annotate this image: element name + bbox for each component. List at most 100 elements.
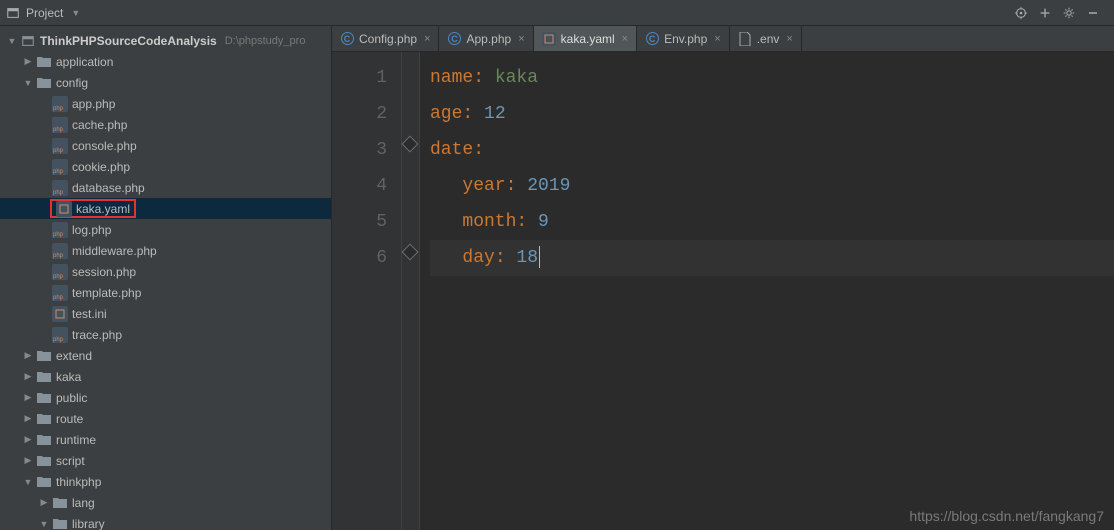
watermark: https://blog.csdn.net/fangkang7	[909, 508, 1104, 524]
folder-icon	[36, 432, 52, 448]
tree-file[interactable]: app.php	[0, 93, 331, 114]
tree-file-kaka-yaml[interactable]: kaka.yaml	[0, 198, 331, 219]
line-number: 5	[332, 204, 387, 240]
tab-kaka-yaml[interactable]: kaka.yaml ×	[534, 26, 637, 51]
php-class-icon: C	[645, 32, 659, 46]
tree-file[interactable]: database.php	[0, 177, 331, 198]
chevron-right-icon[interactable]: ▶	[22, 371, 34, 382]
tree-file[interactable]: template.php	[0, 282, 331, 303]
tree-file[interactable]: trace.php	[0, 324, 331, 345]
text-cursor	[539, 246, 540, 268]
chevron-down-icon[interactable]: ▼	[38, 519, 50, 529]
tab-app[interactable]: C App.php ×	[439, 26, 533, 51]
gear-icon[interactable]	[1062, 6, 1076, 20]
project-toolbar: Project ▼	[0, 0, 1114, 26]
close-icon[interactable]: ×	[622, 33, 628, 45]
code-line-current: day: 18	[430, 240, 1114, 276]
tree-file[interactable]: session.php	[0, 261, 331, 282]
code-line: date:	[430, 132, 1114, 168]
tree-file[interactable]: cookie.php	[0, 156, 331, 177]
project-tree: ▼ ThinkPHPSourceCodeAnalysis D:\phpstudy…	[0, 26, 331, 530]
fold-marker-icon[interactable]	[402, 244, 419, 261]
tree-folder-runtime[interactable]: ▶runtime	[0, 429, 331, 450]
close-icon[interactable]: ×	[714, 33, 720, 45]
php-file-icon	[52, 180, 68, 196]
chevron-right-icon[interactable]: ▶	[22, 434, 34, 445]
tree-folder-lang[interactable]: ▶lang	[0, 492, 331, 513]
tree-root[interactable]: ▼ ThinkPHPSourceCodeAnalysis D:\phpstudy…	[0, 30, 331, 51]
tree-folder-library[interactable]: ▼library	[0, 513, 331, 530]
folder-icon	[36, 369, 52, 385]
project-sidebar[interactable]: ▼ ThinkPHPSourceCodeAnalysis D:\phpstudy…	[0, 26, 332, 530]
tree-file[interactable]: cache.php	[0, 114, 331, 135]
collapse-icon[interactable]	[1038, 6, 1052, 20]
code-editor[interactable]: 1 2 3 4 5 6 name: kaka age: 12 date: yea…	[332, 52, 1114, 530]
tree-folder-kaka[interactable]: ▶kaka	[0, 366, 331, 387]
project-label[interactable]: Project	[26, 6, 63, 20]
highlighted-selection: kaka.yaml	[50, 199, 136, 218]
line-gutter: 1 2 3 4 5 6	[332, 52, 402, 530]
editor-tabs: C Config.php × C App.php × kaka.yaml × C…	[332, 26, 1114, 52]
fold-marker-icon[interactable]	[402, 136, 419, 153]
close-icon[interactable]: ×	[786, 33, 792, 45]
tree-folder-script[interactable]: ▶script	[0, 450, 331, 471]
editor-area: C Config.php × C App.php × kaka.yaml × C…	[332, 26, 1114, 530]
php-file-icon	[52, 243, 68, 259]
php-file-icon	[52, 264, 68, 280]
code-line: age: 12	[430, 96, 1114, 132]
chevron-down-icon[interactable]: ▼	[22, 78, 34, 88]
ini-file-icon	[52, 306, 68, 322]
line-number: 3	[332, 132, 387, 168]
tree-folder-config[interactable]: ▼ config	[0, 72, 331, 93]
hide-icon[interactable]	[1086, 6, 1100, 20]
folder-icon	[36, 348, 52, 364]
close-icon[interactable]: ×	[424, 33, 430, 45]
line-number: 4	[332, 168, 387, 204]
module-icon	[20, 33, 36, 49]
close-icon[interactable]: ×	[518, 33, 524, 45]
tab-env-php[interactable]: C Env.php ×	[637, 26, 730, 51]
tree-folder-application[interactable]: ▶ application	[0, 51, 331, 72]
tab-config[interactable]: C Config.php ×	[332, 26, 439, 51]
tree-file[interactable]: console.php	[0, 135, 331, 156]
yaml-file-icon	[542, 32, 556, 46]
code-line: month: 9	[430, 204, 1114, 240]
folder-icon	[36, 474, 52, 490]
tab-env[interactable]: .env ×	[730, 26, 802, 51]
tree-folder-route[interactable]: ▶route	[0, 408, 331, 429]
tree-file[interactable]: log.php	[0, 219, 331, 240]
chevron-right-icon[interactable]: ▶	[22, 413, 34, 424]
line-number: 1	[332, 60, 387, 96]
code-content[interactable]: name: kaka age: 12 date: year: 2019 mont…	[420, 52, 1114, 530]
folder-icon	[36, 453, 52, 469]
chevron-right-icon[interactable]: ▶	[22, 455, 34, 466]
tree-folder-public[interactable]: ▶public	[0, 387, 331, 408]
folder-icon	[52, 495, 68, 511]
chevron-right-icon[interactable]: ▶	[22, 392, 34, 403]
chevron-right-icon[interactable]: ▶	[38, 497, 50, 508]
folder-icon	[36, 75, 52, 91]
tree-folder-extend[interactable]: ▶extend	[0, 345, 331, 366]
tree-root-path: D:\phpstudy_pro	[225, 35, 306, 47]
text-file-icon	[738, 32, 752, 46]
php-file-icon	[52, 138, 68, 154]
folder-icon	[36, 54, 52, 70]
php-file-icon	[52, 96, 68, 112]
chevron-down-icon[interactable]: ▼	[22, 477, 34, 487]
tree-file[interactable]: middleware.php	[0, 240, 331, 261]
code-line: name: kaka	[430, 60, 1114, 96]
php-file-icon	[52, 327, 68, 343]
tree-file[interactable]: test.ini	[0, 303, 331, 324]
php-file-icon	[52, 222, 68, 238]
chevron-right-icon[interactable]: ▶	[22, 56, 34, 67]
tree-folder-thinkphp[interactable]: ▼thinkphp	[0, 471, 331, 492]
target-icon[interactable]	[1014, 6, 1028, 20]
php-file-icon	[52, 117, 68, 133]
chevron-down-icon[interactable]: ▼	[6, 36, 18, 46]
project-dropdown-icon[interactable]: ▼	[71, 8, 80, 18]
folder-icon	[36, 390, 52, 406]
code-line: year: 2019	[430, 168, 1114, 204]
php-class-icon: C	[340, 32, 354, 46]
chevron-right-icon[interactable]: ▶	[22, 350, 34, 361]
tree-root-label: ThinkPHPSourceCodeAnalysis	[40, 34, 217, 48]
